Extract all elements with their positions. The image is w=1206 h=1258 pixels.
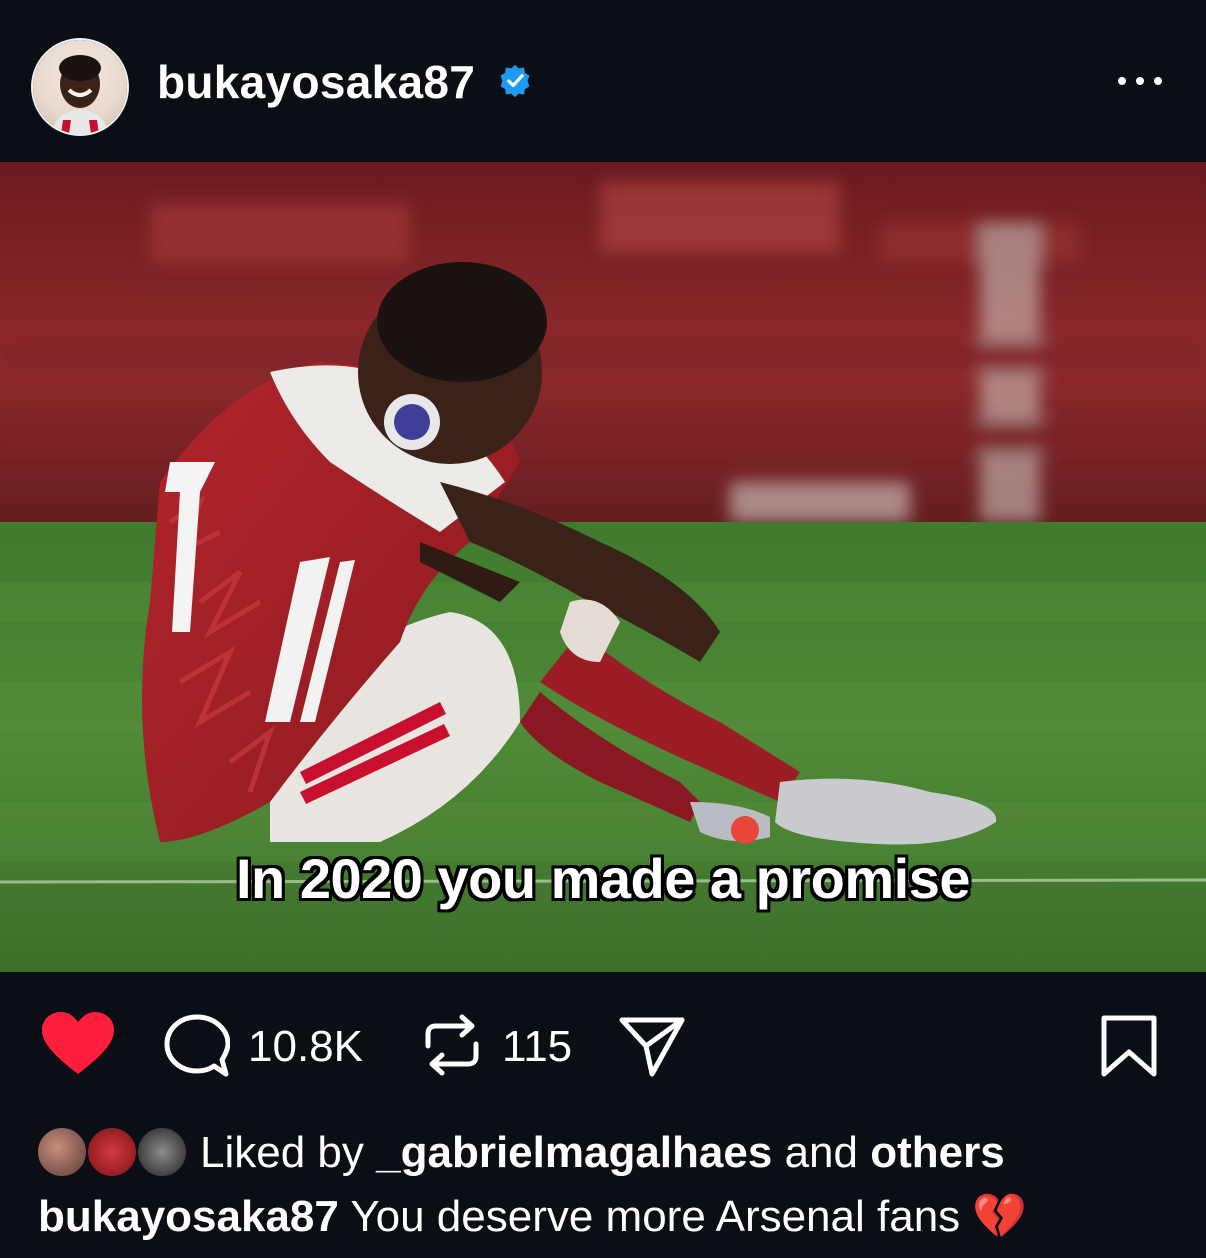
action-bar: 10.8K 115 [0,972,1206,1112]
broken-heart-emoji: 💔 [972,1192,1028,1241]
heart-icon[interactable] [42,1012,114,1076]
comments-count: 10.8K [248,1022,363,1071]
reposts-count: 115 [502,1022,573,1071]
comment-icon[interactable] [164,1014,230,1080]
post-header: bukayosaka87 [0,0,1206,162]
overlay-caption: In 2020 you made a promise [236,847,970,910]
liked-by-others[interactable]: others [870,1128,1004,1177]
more-options-icon[interactable] [1112,66,1168,96]
liked-by-row[interactable]: Liked by _gabrielmagalhaes and others [0,1120,1206,1180]
verified-badge-icon [500,64,530,98]
share-icon[interactable] [618,1014,686,1078]
post-image[interactable]: In 2020 you made a promise [0,162,1206,972]
post-caption: bukayosaka87 You deserve more Arsenal fa… [38,1190,1027,1242]
repost-icon[interactable] [422,1012,482,1078]
bookmark-icon[interactable] [1100,1014,1158,1078]
liker-avatar-3 [136,1126,188,1178]
liked-by-user[interactable]: _gabrielmagalhaes [376,1128,772,1177]
liked-by-text: Liked by _gabrielmagalhaes and others [200,1128,1005,1178]
caption-text: You deserve more Arsenal fans [350,1192,961,1241]
caption-username[interactable]: bukayosaka87 [38,1192,339,1241]
username[interactable]: bukayosaka87 [157,55,475,109]
liker-avatar-2 [86,1126,138,1178]
liked-by-prefix: Liked by [200,1128,364,1177]
liker-avatar-1 [36,1126,88,1178]
liked-by-connector: and [784,1128,858,1177]
avatar[interactable] [33,40,127,134]
